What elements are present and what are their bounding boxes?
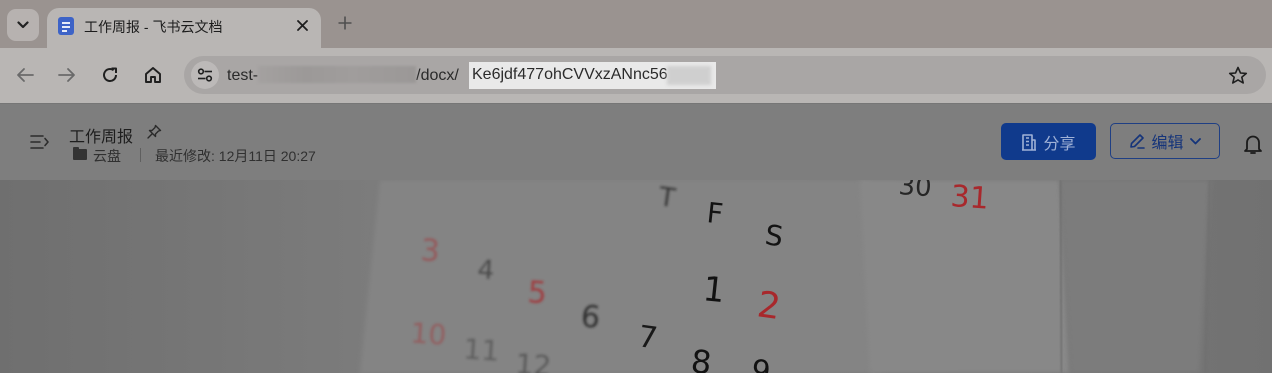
reload-icon bbox=[103, 67, 117, 82]
bell-icon[interactable] bbox=[1243, 133, 1263, 155]
calendar-date-label: F bbox=[705, 196, 724, 231]
calendar-date-label: 10 bbox=[410, 316, 448, 351]
share-label: 分享 bbox=[1043, 135, 1076, 153]
tune-icon bbox=[197, 68, 213, 82]
doc-header: 工作周报 云盘 最近修改: 12月11日 20:27 分享 编辑 bbox=[0, 103, 1272, 180]
edit-mode-button[interactable]: 编辑 bbox=[1110, 123, 1220, 159]
browser-toolbar: test- /docx/ Ke6jdf477ohCVVxzANnc56 bbox=[0, 48, 1272, 103]
url-prefix: test- bbox=[227, 67, 259, 84]
edit-label: 编辑 bbox=[1151, 135, 1184, 152]
close-icon bbox=[296, 19, 308, 31]
calendar-date-label: 31 bbox=[949, 180, 990, 217]
outline-toggle-icon bbox=[30, 135, 49, 149]
redacted-host bbox=[258, 66, 417, 83]
pencil-icon bbox=[1130, 134, 1146, 149]
home-button[interactable] bbox=[140, 62, 166, 88]
building-icon bbox=[1022, 133, 1037, 151]
chevron-down-icon bbox=[17, 21, 29, 29]
url-selection: Ke6jdf477ohCVVxzANnc56 bbox=[469, 62, 716, 89]
folder-icon bbox=[73, 147, 87, 160]
calendar-date-label: 8 bbox=[689, 342, 713, 373]
calendar-date-label: 3 bbox=[419, 233, 440, 269]
back-button[interactable] bbox=[12, 62, 38, 88]
reload-button[interactable] bbox=[97, 62, 123, 88]
doc-title[interactable]: 工作周报 bbox=[69, 123, 133, 147]
star-icon bbox=[1228, 66, 1248, 84]
calendar-date-label: 4 bbox=[477, 255, 496, 286]
doc-icon bbox=[58, 17, 74, 35]
tab-search-button[interactable] bbox=[7, 9, 39, 41]
doc-cover-image: T F S 30 31 3 4 5 6 7 1 2 8 10 11 12 9 bbox=[0, 180, 1272, 373]
url-selected-text: Ke6jdf477ohCVVxzANnc56 bbox=[472, 66, 668, 83]
calendar-date-label: 12 bbox=[515, 347, 553, 373]
calendar-date-label: 11 bbox=[463, 332, 501, 367]
forward-button[interactable] bbox=[54, 62, 80, 88]
arrow-right-icon bbox=[58, 68, 75, 82]
new-tab-button[interactable] bbox=[333, 11, 357, 35]
redacted-url-tail bbox=[667, 66, 711, 85]
browser-tab-strip: 工作周报 - 飞书云文档 bbox=[0, 0, 1272, 48]
calendar-photo: T FS30 31345671 2810 11 12 9 bbox=[360, 180, 1211, 373]
share-button[interactable]: 分享 bbox=[1001, 123, 1096, 160]
outline-toggle-button[interactable] bbox=[28, 132, 52, 152]
calendar-date-label: 6 bbox=[579, 299, 602, 336]
calendar-date-label: 1 bbox=[701, 269, 727, 311]
plus-icon bbox=[338, 16, 352, 30]
url-text: test- /docx/ bbox=[227, 66, 459, 85]
site-info-button[interactable] bbox=[191, 61, 219, 89]
divider bbox=[140, 148, 141, 162]
calendar-date-label: 30 bbox=[898, 180, 933, 203]
bookmark-button[interactable] bbox=[1226, 63, 1250, 87]
pin-icon[interactable] bbox=[146, 124, 162, 140]
address-bar[interactable]: test- /docx/ Ke6jdf477ohCVVxzANnc56 bbox=[184, 56, 1266, 94]
last-modified: 最近修改: 12月11日 20:27 bbox=[155, 148, 316, 164]
url-path: /docx/ bbox=[416, 67, 459, 84]
tab-title: 工作周报 - 飞书云文档 bbox=[84, 19, 223, 35]
calendar-date-label: 5 bbox=[526, 275, 547, 311]
close-tab-button[interactable] bbox=[293, 16, 311, 34]
calendar-date-label: 9 bbox=[749, 353, 773, 373]
arrow-left-icon bbox=[17, 68, 34, 82]
doc-location[interactable]: 云盘 bbox=[93, 146, 121, 166]
browser-tab-active[interactable]: 工作周报 - 飞书云文档 bbox=[47, 8, 321, 48]
home-icon bbox=[145, 67, 161, 83]
chevron-down-icon bbox=[1189, 137, 1201, 144]
